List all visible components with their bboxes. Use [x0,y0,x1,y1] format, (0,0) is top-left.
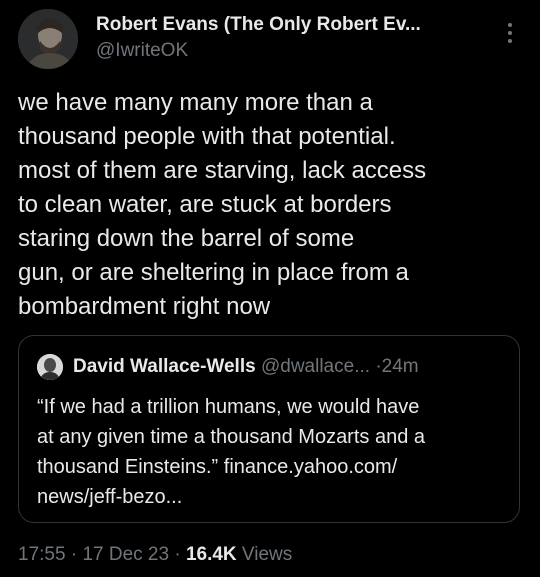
views-count[interactable]: 16.4K [186,544,237,565]
quoted-author-avatar[interactable] [37,354,63,380]
quoted-text: “If we had a trillion humans, we would h… [37,396,426,508]
author-handle[interactable]: @IwriteOK [96,40,188,62]
author-avatar[interactable] [18,9,78,69]
quoted-author-name[interactable]: David Wallace-Wells [73,356,256,377]
more-options-button[interactable] [498,18,522,48]
tweet-text: we have many many more than a thousand p… [18,89,427,320]
quoted-time[interactable]: 24m [382,356,419,377]
tweet-date[interactable]: 17 Dec 23 [82,544,169,565]
views-label: Views [236,544,293,565]
meta-separator: · [169,544,186,565]
quoted-author-handle[interactable]: @dwallace... [261,356,370,377]
tweet-time[interactable]: 17:55 [18,544,66,565]
author-name[interactable]: Robert Evans (The Only Robert Ev... [96,14,421,36]
meta-separator: · [65,544,83,565]
more-vertical-icon [508,23,512,43]
quoted-tweet-card[interactable]: David Wallace-Wells @dwallace... ·24m “I… [18,335,520,523]
quoted-header: David Wallace-Wells @dwallace... ·24m [73,356,419,378]
tweet-meta: 17:55 · 17 Dec 23 · 16.4K Views [18,544,292,566]
